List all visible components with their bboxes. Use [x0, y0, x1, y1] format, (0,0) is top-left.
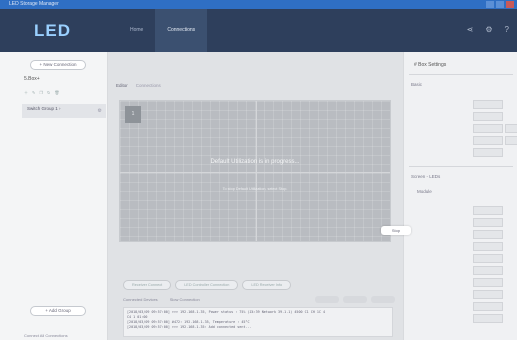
sidebar-item-switch-group[interactable]: Switch Group 1 › ⚙	[22, 104, 106, 118]
setting-row	[417, 230, 513, 240]
log-filter-bar: Receiver Connect LED Controller Connecti…	[123, 280, 292, 290]
progress-submessage: To stop Default Utilization, select Stop…	[222, 187, 288, 191]
setting-input[interactable]	[473, 302, 503, 311]
gear-icon[interactable]: ⚙	[485, 25, 492, 34]
tab-editor[interactable]: Editor	[116, 83, 128, 88]
screen-box[interactable]: 1	[125, 106, 141, 123]
copy-icon[interactable]: ❐	[39, 90, 43, 96]
minimize-button[interactable]	[486, 1, 494, 8]
setting-input[interactable]	[473, 136, 503, 145]
delete-icon[interactable]: 🗑	[54, 90, 59, 96]
setting-input[interactable]	[505, 136, 517, 145]
add-icon[interactable]: ＋	[24, 90, 28, 96]
maximize-button[interactable]	[496, 1, 504, 8]
section-module: Module	[417, 189, 432, 194]
setting-row	[417, 136, 517, 146]
refresh-icon[interactable]: ↻	[47, 90, 50, 96]
log-action-button[interactable]	[343, 296, 367, 303]
setting-row	[417, 254, 513, 264]
setting-row	[417, 206, 513, 216]
setting-input[interactable]	[473, 100, 503, 109]
setting-input[interactable]	[473, 242, 503, 251]
sidebar-toolbar: ＋ ✎ ❐ ↻ 🗑	[24, 90, 59, 96]
window-titlebar: LED Storage Manager	[0, 0, 517, 9]
log-action-button[interactable]	[315, 296, 339, 303]
setting-input[interactable]	[473, 218, 503, 227]
setting-row	[417, 314, 513, 324]
log-action-button[interactable]	[371, 296, 395, 303]
sidebar-footer-link[interactable]: Connect All Connections	[24, 333, 68, 338]
setting-input[interactable]	[473, 124, 503, 133]
filter-receiver-connect[interactable]: Receiver Connect	[123, 280, 172, 290]
divider	[409, 74, 513, 75]
window-title: LED Storage Manager	[9, 1, 59, 7]
app-window: LED Storage Manager LED Home Connections…	[0, 0, 517, 340]
log-tabs: Connected Devices Slow Connection	[123, 297, 200, 302]
log-line: [2018/03/09 09:57:00] >>> 192.168.1.35: …	[127, 325, 252, 329]
setting-input[interactable]	[473, 278, 503, 287]
setting-select[interactable]	[473, 112, 503, 121]
setting-row	[417, 124, 517, 134]
tab-home[interactable]: Home	[118, 9, 155, 52]
log-actions	[315, 296, 395, 303]
setting-input[interactable]	[473, 290, 503, 299]
tab-main-connections[interactable]: Connections	[136, 83, 161, 88]
section-screen-leds: Screen - LEDs	[411, 174, 441, 179]
setting-row	[417, 148, 513, 158]
canvas-divider-horizontal	[120, 172, 390, 173]
progress-message: Default Utilization is in progress...	[210, 159, 300, 165]
header-icons: ⋖ ⚙ ?	[467, 25, 509, 34]
setting-input[interactable]	[505, 124, 517, 133]
add-group-button[interactable]: + Add Group	[30, 306, 86, 316]
setting-select[interactable]	[473, 206, 503, 215]
canvas-divider-vertical	[256, 101, 257, 241]
help-icon[interactable]: ?	[505, 25, 509, 34]
screen-canvas[interactable]: 1 Default Utilization is in progress... …	[119, 100, 391, 242]
setting-input[interactable]	[473, 230, 503, 239]
sidebar-title: 5.Box+	[24, 76, 40, 82]
setting-row	[417, 112, 513, 122]
log-tab-connected[interactable]: Connected Devices	[123, 297, 158, 302]
stop-button[interactable]: Stop	[381, 226, 411, 235]
setting-row	[417, 100, 513, 110]
main-tabs: Editor Connections	[116, 83, 161, 88]
setting-input[interactable]	[473, 266, 503, 275]
setting-input[interactable]	[473, 254, 503, 263]
setting-row	[417, 302, 513, 312]
sidebar-item-label: Switch Group 1 ›	[27, 106, 61, 111]
settings-panel: # Box Settings Basic Screen - LEDs Modul…	[403, 52, 517, 340]
led-logo: LED	[34, 21, 71, 40]
gear-icon[interactable]: ⚙	[98, 108, 102, 114]
share-icon[interactable]: ⋖	[467, 25, 474, 34]
setting-row	[417, 218, 513, 228]
edit-icon[interactable]: ✎	[32, 90, 35, 96]
tab-connections[interactable]: Connections	[155, 9, 208, 52]
settings-title: # Box Settings	[414, 62, 447, 68]
section-basic: Basic	[411, 82, 423, 87]
log-output[interactable]: [2018/03/09 09:57:00] >>> 192.168.1.35, …	[123, 307, 393, 337]
new-connection-button[interactable]: + New Connection	[30, 60, 86, 70]
setting-row	[417, 278, 513, 288]
filter-led-controller[interactable]: LED Controller Connection	[175, 280, 239, 290]
setting-row	[417, 242, 513, 252]
setting-input[interactable]	[473, 314, 503, 323]
divider	[409, 166, 513, 167]
left-sidebar: + New Connection 5.Box+ ＋ ✎ ❐ ↻ 🗑 Switch…	[0, 52, 108, 340]
close-button[interactable]	[506, 1, 514, 8]
setting-row	[417, 290, 513, 300]
main-nav: Home Connections	[118, 9, 208, 52]
setting-input[interactable]	[473, 148, 503, 157]
log-tab-slow[interactable]: Slow Connection	[170, 297, 200, 302]
setting-row	[417, 266, 513, 276]
main-area: Editor Connections 1 Default Utilization…	[108, 52, 403, 340]
filter-led-receiver-info[interactable]: LED Receiver Info	[242, 280, 292, 290]
app-header: LED Home Connections ⋖ ⚙ ?	[0, 9, 517, 52]
window-controls	[486, 1, 514, 8]
